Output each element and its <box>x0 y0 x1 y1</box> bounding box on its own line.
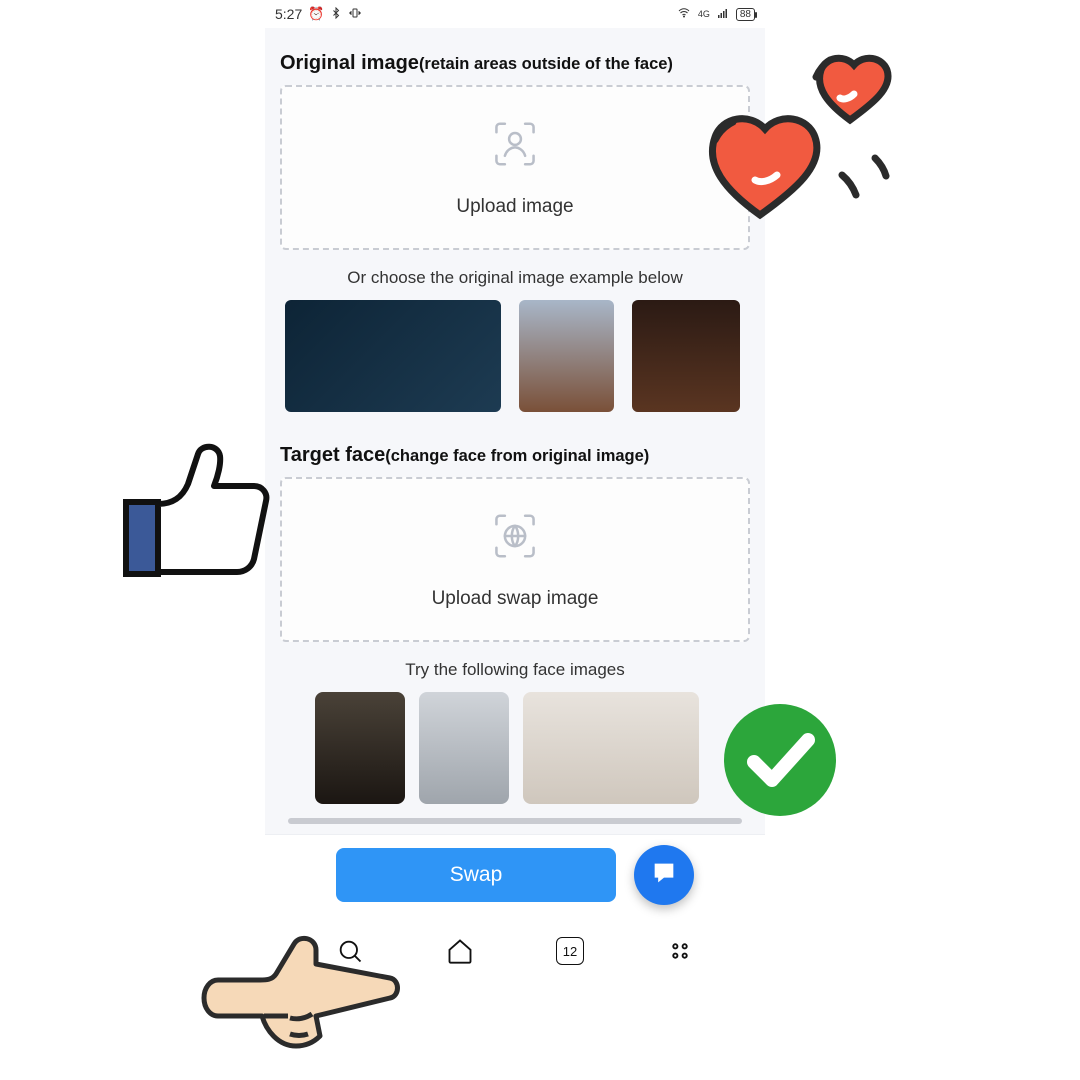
signal-icon <box>716 7 730 22</box>
green-check-sticker <box>720 700 840 820</box>
nav-tabs-icon[interactable]: 12 <box>555 936 585 966</box>
example-original-3[interactable] <box>632 300 740 412</box>
battery-indicator: 88 <box>736 8 755 21</box>
original-upload-area[interactable]: Upload image <box>280 85 750 250</box>
pointing-hand-sticker <box>200 920 400 1060</box>
action-bar: Swap <box>265 834 765 923</box>
hearts-sticker <box>700 40 900 240</box>
status-time: 5:27 <box>275 6 302 22</box>
nav-home-icon[interactable] <box>445 936 475 966</box>
horizontal-scrollbar[interactable] <box>288 818 742 824</box>
network-type: 4G <box>698 9 710 19</box>
target-face-heading: Target face(change face from original im… <box>280 444 750 467</box>
target-upload-label: Upload swap image <box>432 588 599 610</box>
target-examples-prompt: Try the following face images <box>280 660 750 680</box>
target-examples-row <box>280 692 750 814</box>
original-examples-prompt: Or choose the original image example bel… <box>280 268 750 288</box>
alarm-icon: ⏰ <box>308 6 324 22</box>
original-image-heading: Original image(retain areas outside of t… <box>280 52 750 75</box>
wifi-icon <box>676 7 692 22</box>
chat-icon <box>650 859 678 892</box>
face-globe-scan-icon <box>488 509 542 568</box>
status-bar: 5:27 ⏰ 4G 88 <box>265 0 765 28</box>
nav-menu-icon[interactable] <box>665 936 695 966</box>
chat-fab[interactable] <box>634 845 694 905</box>
original-examples-row <box>280 300 750 430</box>
face-scan-icon <box>488 117 542 176</box>
bluetooth-icon <box>330 7 342 22</box>
example-face-3[interactable] <box>523 692 699 804</box>
thumbs-up-sticker <box>120 430 280 590</box>
original-upload-label: Upload image <box>456 196 573 218</box>
example-face-1[interactable] <box>315 692 405 804</box>
example-face-2[interactable] <box>419 692 509 804</box>
example-original-2[interactable] <box>519 300 614 412</box>
vibrate-icon <box>348 7 362 22</box>
phone-frame: 5:27 ⏰ 4G 88 Original imag <box>265 0 765 979</box>
example-original-1[interactable] <box>285 300 501 412</box>
swap-button[interactable]: Swap <box>336 848 616 902</box>
target-upload-area[interactable]: Upload swap image <box>280 477 750 642</box>
